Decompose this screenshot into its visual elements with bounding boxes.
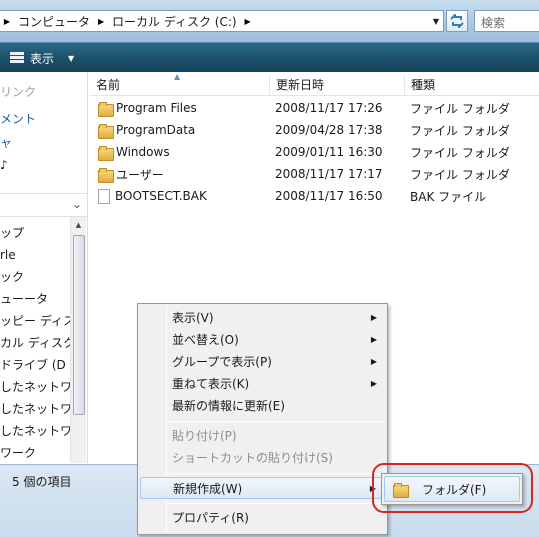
file-type: ファイル フォルダ (410, 101, 510, 116)
context-menu: 表示(V) ▶ 並べ替え(O) ▶ グループで表示(P) ▶ 重ねて表示(K) ▶ 最新… (137, 303, 388, 535)
menu-item-label: 重ねて表示(K) (172, 377, 250, 391)
nav-link-pictures[interactable]: ャ (0, 134, 12, 151)
file-row[interactable]: ユーザー 2008/11/17 17:17 ファイル フォルダ (90, 163, 510, 185)
breadcrumb-arrow-icon[interactable]: ▶ (241, 11, 255, 31)
menu-separator (169, 421, 383, 422)
file-name: Program Files (116, 101, 197, 115)
menu-item-refresh[interactable]: 最新の情報に更新(E) (140, 395, 385, 417)
address-bar-area: ▶ コンピュータ ▶ ローカル ディスク (C:) ▶ ▼ 検索 (0, 0, 539, 42)
file-row[interactable]: Program Files 2008/11/17 17:26 ファイル フォルダ (90, 97, 510, 119)
menu-item-view[interactable]: 表示(V) ▶ (140, 307, 385, 329)
file-row[interactable]: Windows 2009/01/11 16:30 ファイル フォルダ (90, 141, 510, 163)
scroll-up-icon[interactable]: ▲ (71, 217, 86, 233)
file-type: BAK ファイル (410, 189, 487, 204)
tree-item-network-drive[interactable]: したネットワ (0, 398, 72, 420)
tree-item-floppy[interactable]: ッピー ディス (0, 310, 75, 332)
file-name: ユーザー (116, 167, 164, 182)
chevron-down-icon[interactable]: ⌄ (72, 197, 82, 211)
menu-item-stack[interactable]: 重ねて表示(K) ▶ (140, 373, 385, 395)
tree-item-network-drive[interactable]: したネットワ (0, 420, 72, 442)
navigation-pane: リンク メント ャ ♪ ⌄ ップ rle ック ューータ ッピー ディス カル … (0, 72, 88, 464)
menu-item-paste-shortcut[interactable]: ショートカットの貼り付け(S) (140, 447, 385, 469)
file-date: 2008/11/17 17:26 (275, 101, 383, 115)
breadcrumb-local-disk[interactable]: ローカル ディスク (C:) (108, 11, 241, 31)
folder-icon (98, 123, 114, 139)
file-name: BOOTSECT.BAK (115, 189, 207, 203)
highlight-annotation (372, 463, 533, 513)
column-header: 名前 ▲ 更新日時 種類 (90, 72, 539, 96)
nav-scrollbar[interactable]: ▲ (70, 217, 86, 463)
refresh-button[interactable] (446, 10, 468, 32)
chevron-down-icon: ▼ (68, 53, 75, 63)
file-row[interactable]: ProgramData 2009/04/28 17:38 ファイル フォルダ (90, 119, 510, 141)
tree-item-user[interactable]: rle (0, 244, 70, 266)
submenu-arrow-icon: ▶ (370, 357, 377, 366)
search-input[interactable]: 検索 (474, 10, 539, 32)
submenu-arrow-icon: ▶ (370, 379, 377, 388)
nav-link-music[interactable]: ♪ (0, 158, 8, 172)
scroll-thumb[interactable] (73, 235, 85, 415)
tree-item-local-disk[interactable]: カル ディスク (0, 332, 75, 354)
sort-ascending-icon: ▲ (174, 72, 181, 81)
tree-item-desktop[interactable]: ップ (0, 222, 70, 244)
menu-separator (169, 473, 383, 474)
breadcrumb-computer[interactable]: コンピュータ (14, 11, 94, 31)
refresh-icon (450, 14, 464, 28)
file-date: 2009/01/11 16:30 (275, 145, 383, 159)
folders-header[interactable]: ⌄ (0, 193, 87, 217)
file-name: ProgramData (116, 123, 196, 137)
menu-item-sort[interactable]: 並べ替え(O) ▶ (140, 329, 385, 351)
column-date[interactable]: 更新日時 (270, 74, 405, 96)
file-row[interactable]: BOOTSECT.BAK 2008/11/17 16:50 BAK ファイル (90, 185, 486, 207)
menu-item-new[interactable]: 新規作成(W) ▶ (140, 477, 385, 499)
submenu-arrow-icon: ▶ (370, 313, 377, 322)
menu-item-paste[interactable]: 貼り付け(P) (140, 425, 385, 447)
nav-link-links[interactable]: リンク (0, 83, 36, 100)
nav-link-documents[interactable]: メント (0, 110, 36, 127)
tree-item-public[interactable]: ック (0, 266, 70, 288)
views-icon (10, 52, 24, 64)
breadcrumb-arrow-icon[interactable]: ▶ (0, 11, 14, 31)
file-date: 2009/04/28 17:38 (275, 123, 383, 137)
menu-item-label: 新規作成(W) (173, 482, 243, 496)
file-date: 2008/11/17 16:50 (275, 189, 383, 203)
folder-icon (98, 167, 114, 183)
menu-item-properties[interactable]: プロパティ(R) (140, 507, 385, 529)
menu-item-label: グループで表示(P) (172, 355, 272, 369)
column-name[interactable]: 名前 ▲ (90, 72, 270, 96)
menu-item-label: 並べ替え(O) (172, 333, 239, 347)
tree-item-network-drive[interactable]: したネットワ (0, 376, 72, 398)
file-name: Windows (116, 145, 170, 159)
menu-item-label: 表示(V) (172, 311, 214, 325)
folder-icon (98, 145, 114, 161)
view-button[interactable]: 表示 ▼ (10, 49, 74, 67)
column-name-label: 名前 (96, 78, 121, 92)
view-button-label: 表示 (30, 51, 55, 66)
breadcrumb-arrow-icon[interactable]: ▶ (94, 11, 108, 31)
file-icon (98, 188, 110, 204)
tree-item-network[interactable]: ワーク (0, 442, 70, 464)
menu-item-group[interactable]: グループで表示(P) ▶ (140, 351, 385, 373)
tree-item-computer[interactable]: ューータ (0, 288, 70, 310)
address-dropdown-icon[interactable]: ▼ (429, 11, 443, 31)
command-bar: 表示 ▼ (0, 42, 539, 72)
tree-item-drive-d[interactable]: ドライブ (D (0, 354, 70, 376)
file-type: ファイル フォルダ (410, 123, 510, 138)
menu-separator (169, 503, 383, 504)
file-date: 2008/11/17 17:17 (275, 167, 383, 181)
submenu-arrow-icon: ▶ (370, 335, 377, 344)
folder-tree: ップ rle ック ューータ ッピー ディス カル ディスク ドライブ (D し… (0, 222, 75, 464)
file-type: ファイル フォルダ (410, 167, 510, 182)
column-type[interactable]: 種類 (405, 74, 539, 96)
address-bar[interactable]: ▶ コンピュータ ▶ ローカル ディスク (C:) ▶ ▼ (0, 10, 444, 32)
folder-icon (98, 101, 114, 117)
file-type: ファイル フォルダ (410, 145, 510, 160)
item-count: 5 個の項目 (12, 475, 72, 489)
